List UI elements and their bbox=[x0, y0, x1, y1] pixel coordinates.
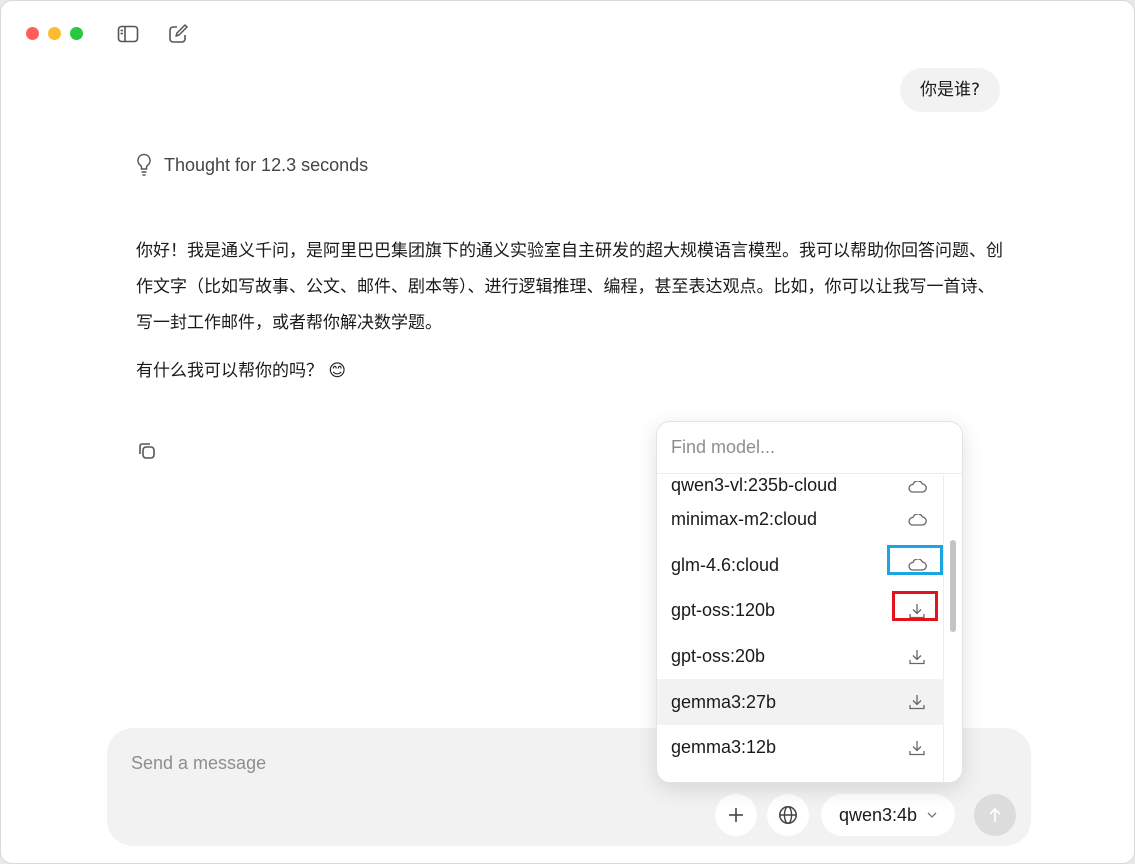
attach-button[interactable] bbox=[715, 794, 757, 836]
model-option[interactable]: gpt-oss:120b bbox=[657, 588, 944, 634]
globe-icon bbox=[779, 806, 797, 824]
model-search bbox=[657, 422, 962, 474]
model-selector[interactable]: qwen3:4b bbox=[821, 794, 956, 836]
zoom-window-button[interactable] bbox=[70, 27, 83, 40]
download-icon bbox=[909, 695, 925, 710]
send-button[interactable] bbox=[974, 794, 1016, 836]
assistant-message: 你好！我是通义千问，是阿里巴巴集团旗下的通义实验室自主研发的超大规模语言模型。我… bbox=[136, 233, 1004, 389]
model-option[interactable]: qwen3-vl:235b-cloud bbox=[657, 475, 944, 497]
model-option[interactable]: gemma3:27b bbox=[657, 679, 944, 725]
assistant-question: 有什么我可以帮你的吗？ bbox=[136, 361, 323, 381]
copy-icon bbox=[139, 443, 155, 459]
new-chat-button[interactable] bbox=[167, 23, 189, 45]
download-button[interactable] bbox=[904, 690, 930, 714]
model-option[interactable]: minimax-m2:cloud bbox=[657, 497, 944, 543]
selected-model-label: qwen3:4b bbox=[839, 804, 918, 825]
lightbulb-icon bbox=[137, 153, 151, 176]
model-name: minimax-m2:cloud bbox=[671, 509, 818, 530]
model-list: qwen3-vl:235b-cloud minimax-m2:cloud glm… bbox=[657, 475, 944, 782]
download-button[interactable] bbox=[904, 736, 930, 760]
download-button[interactable] bbox=[904, 645, 930, 669]
window-controls bbox=[26, 27, 83, 40]
model-name: gpt-oss:120b bbox=[671, 600, 776, 621]
model-name: qwen3-vl:235b-cloud bbox=[671, 475, 838, 495]
smile-emoji: 😊 bbox=[328, 361, 347, 381]
download-icon bbox=[909, 740, 925, 755]
close-window-button[interactable] bbox=[26, 27, 39, 40]
model-option[interactable]: gemma3:12b bbox=[657, 725, 944, 771]
highlight-box-blue bbox=[887, 545, 943, 576]
app-window: 你是谁? Thought for 12.3 seconds 你好！我是通义千问，… bbox=[0, 0, 1135, 864]
message-input[interactable] bbox=[131, 746, 651, 780]
model-option[interactable]: gpt-oss:20b bbox=[657, 634, 944, 680]
cloud-icon bbox=[908, 481, 927, 493]
minimize-window-button[interactable] bbox=[48, 27, 61, 40]
model-name: gemma3:12b bbox=[671, 737, 777, 758]
chevron-down-icon bbox=[927, 812, 937, 818]
plus-icon bbox=[729, 808, 743, 822]
model-option[interactable]: glm-4.6:cloud bbox=[657, 543, 944, 589]
thought-label: Thought for 12.3 seconds bbox=[164, 154, 369, 175]
arrow-up-icon bbox=[989, 807, 1001, 822]
compose-icon bbox=[169, 24, 188, 43]
thought-toggle[interactable]: Thought for 12.3 seconds bbox=[136, 153, 368, 177]
model-search-input[interactable] bbox=[671, 437, 941, 458]
assistant-paragraph: 你好！我是通义千问，是阿里巴巴集团旗下的通义实验室自主研发的超大规模语言模型。我… bbox=[136, 241, 1003, 333]
download-button[interactable] bbox=[892, 590, 938, 623]
model-name: glm-4.6:cloud bbox=[671, 554, 780, 575]
copy-button[interactable] bbox=[137, 441, 159, 463]
model-picker-dropdown: qwen3-vl:235b-cloud minimax-m2:cloud glm… bbox=[656, 421, 963, 783]
scrollbar-thumb[interactable] bbox=[950, 540, 956, 632]
user-message: 你是谁? bbox=[899, 68, 1000, 112]
download-icon bbox=[909, 649, 925, 664]
cloud-icon bbox=[908, 513, 927, 526]
sidebar-toggle-icon bbox=[117, 25, 139, 43]
assistant-paragraph: 有什么我可以帮你的吗？ 😊 bbox=[136, 353, 1004, 389]
model-name: gpt-oss:20b bbox=[671, 646, 766, 667]
model-name: gemma3:27b bbox=[671, 691, 777, 712]
web-search-button[interactable] bbox=[767, 794, 809, 836]
highlight-box-red bbox=[892, 590, 938, 621]
sidebar-toggle-button[interactable] bbox=[117, 23, 139, 45]
